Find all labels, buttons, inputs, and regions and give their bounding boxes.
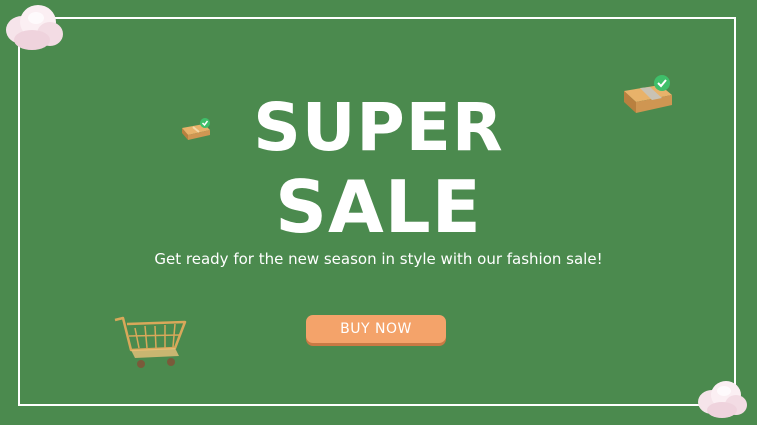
shopping-cart-icon	[114, 316, 187, 368]
subtitle: Get ready for the new season in style wi…	[154, 250, 603, 268]
buy-now-button[interactable]: BUY NOW	[306, 315, 446, 343]
cloud-icon	[6, 5, 63, 50]
headline-line-1: SUPER	[253, 89, 504, 166]
cloud-icon	[698, 381, 747, 418]
headline-line-2: SALE	[275, 165, 482, 249]
sale-banner: SUPER SALE Get ready for the new season …	[0, 0, 757, 425]
